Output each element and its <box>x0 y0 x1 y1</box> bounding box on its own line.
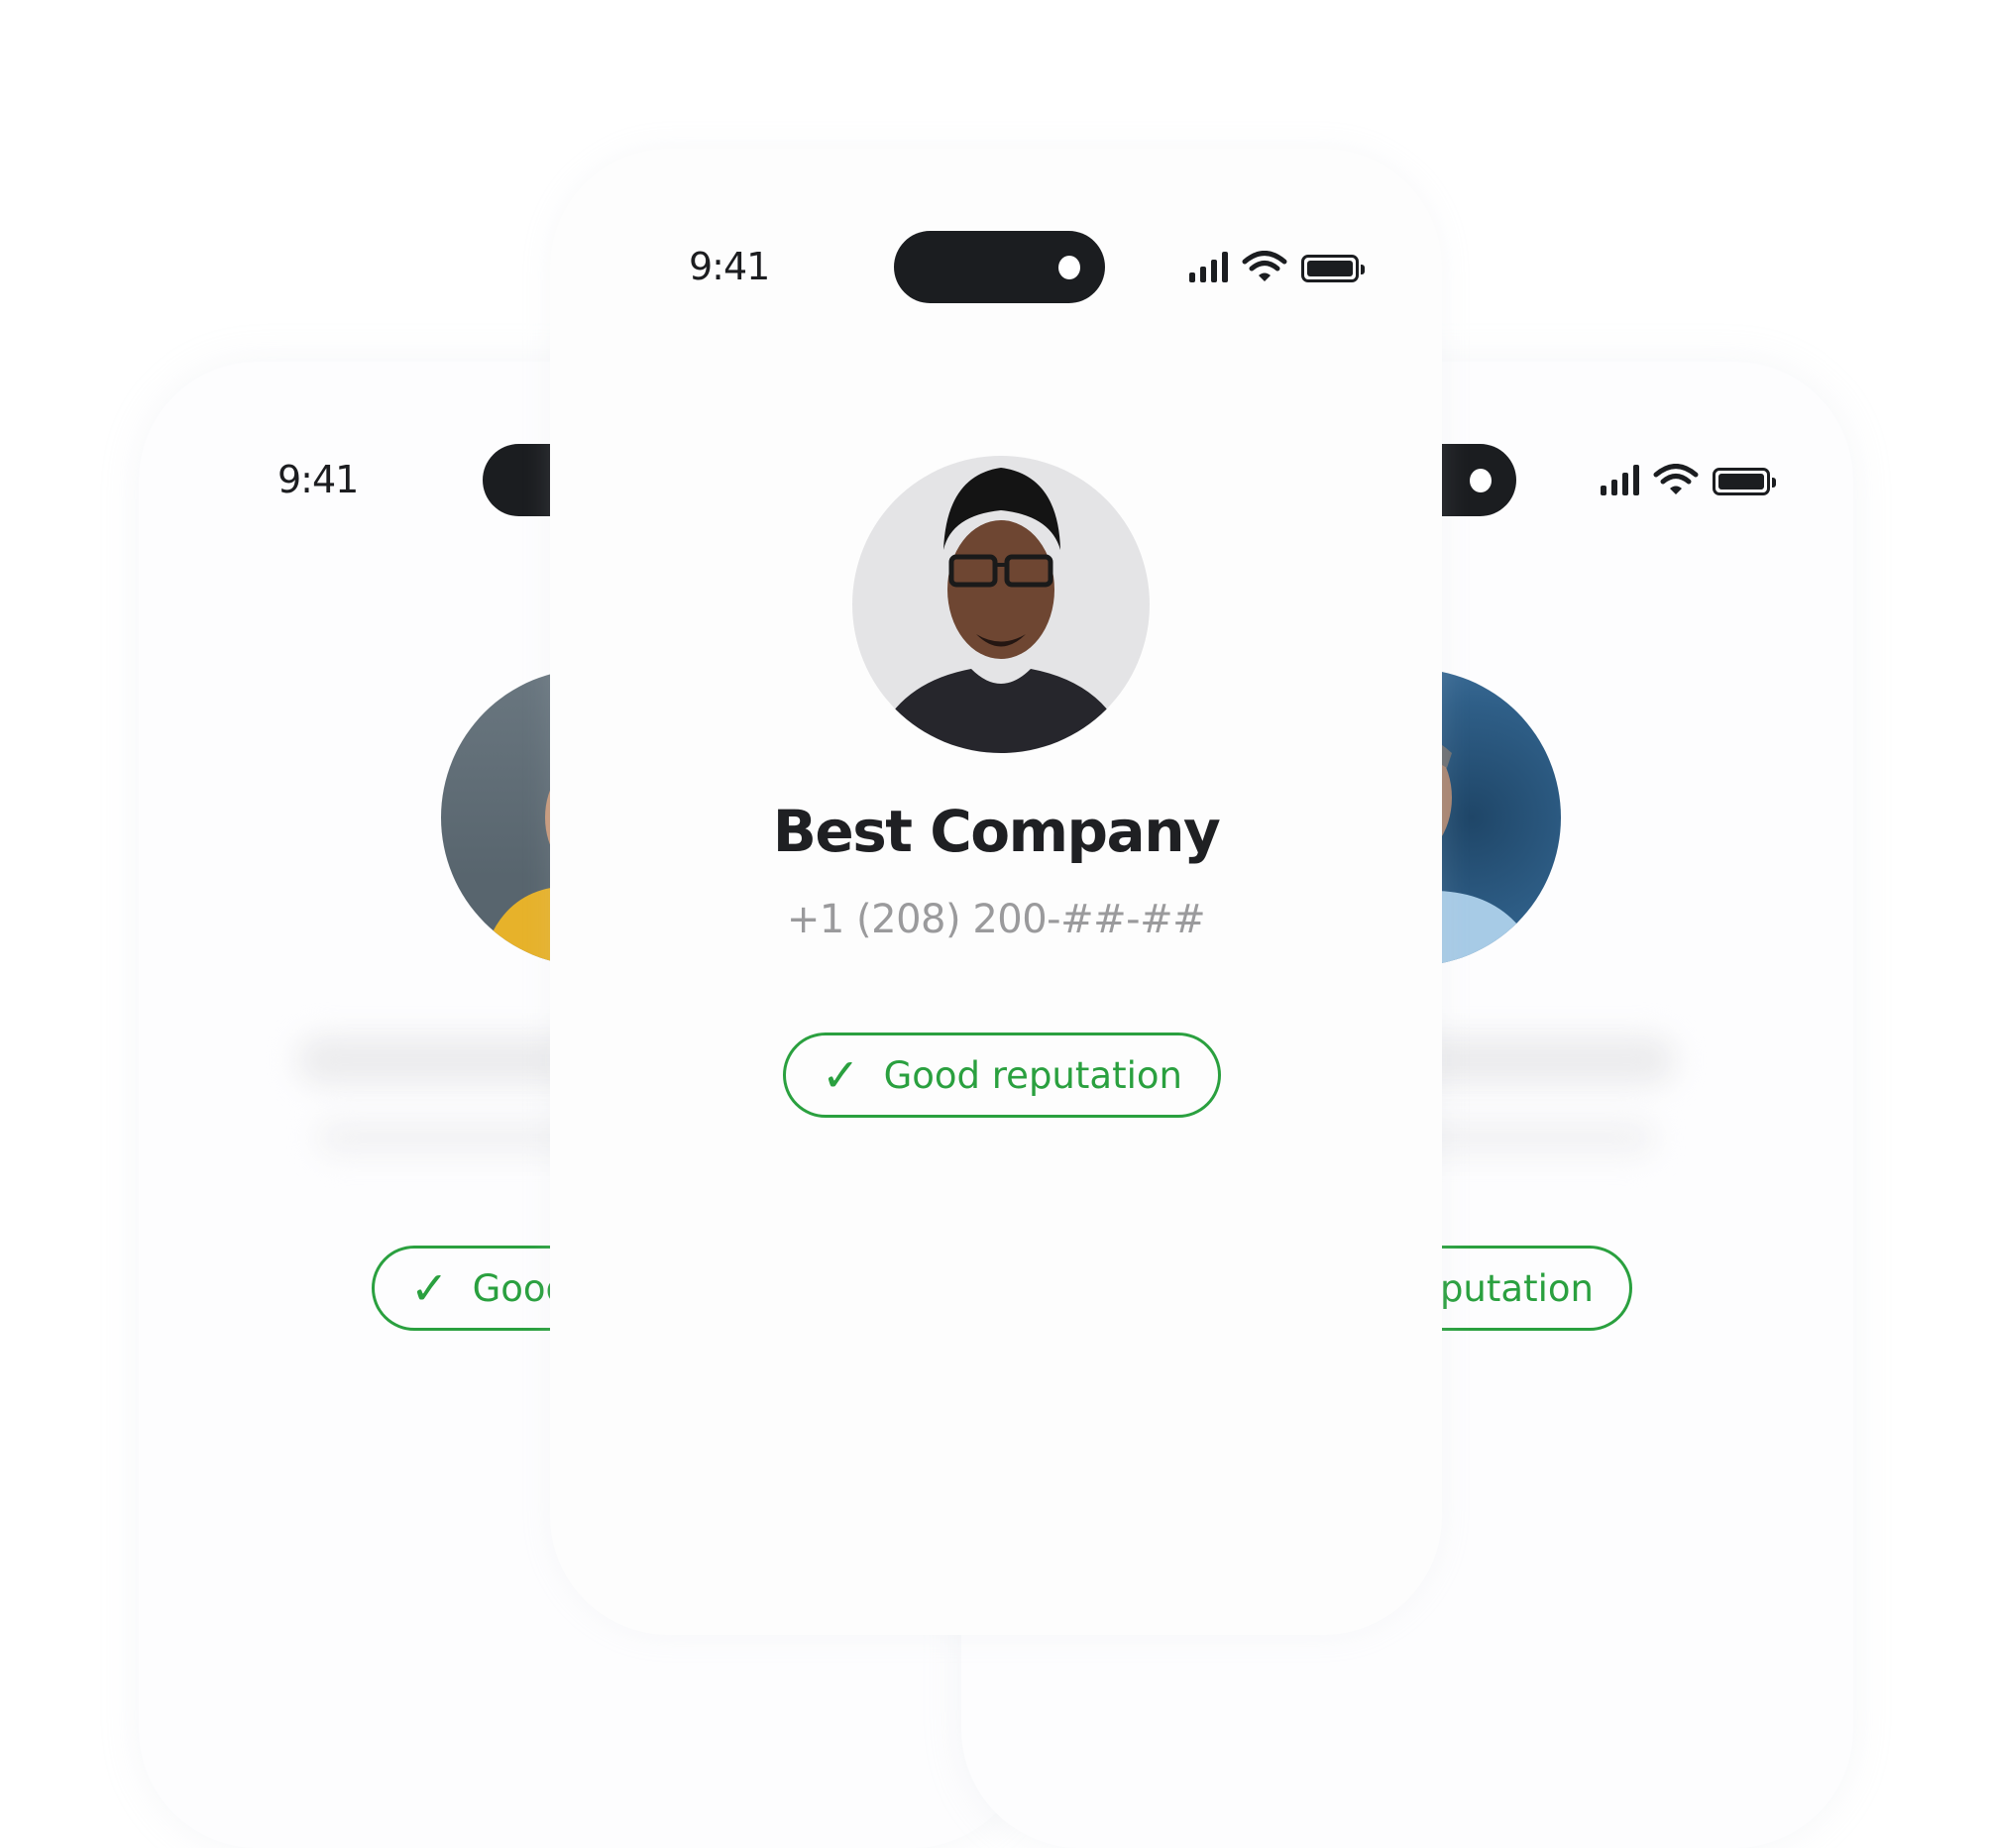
phone-mockup-front: 9:41 Best Company +1 (208) 200-##-## ✓ G… <box>550 149 1442 1635</box>
signal-icon <box>1601 464 1639 495</box>
man-glasses-photo <box>872 468 1130 753</box>
status-time: 9:41 <box>689 245 770 288</box>
camera-icon <box>1470 469 1492 492</box>
battery-icon <box>1713 468 1776 495</box>
wifi-icon <box>1653 464 1699 494</box>
signal-icon <box>1189 251 1228 282</box>
camera-icon <box>1058 256 1080 279</box>
wifi-icon <box>1242 251 1287 281</box>
status-icons <box>1601 464 1776 495</box>
avatar <box>852 456 1150 753</box>
status-time: 9:41 <box>277 458 359 501</box>
phone-number: +1 (208) 200-##-## <box>786 897 1206 942</box>
dynamic-island <box>894 231 1105 303</box>
check-icon: ✓ <box>410 1261 449 1315</box>
status-icons <box>1189 251 1365 282</box>
battery-icon <box>1301 255 1365 282</box>
badge-label: Good reputation <box>883 1053 1182 1097</box>
check-icon: ✓ <box>822 1048 860 1102</box>
company-name: Best Company <box>772 798 1221 865</box>
reputation-badge[interactable]: ✓ Good reputation <box>783 1033 1221 1118</box>
